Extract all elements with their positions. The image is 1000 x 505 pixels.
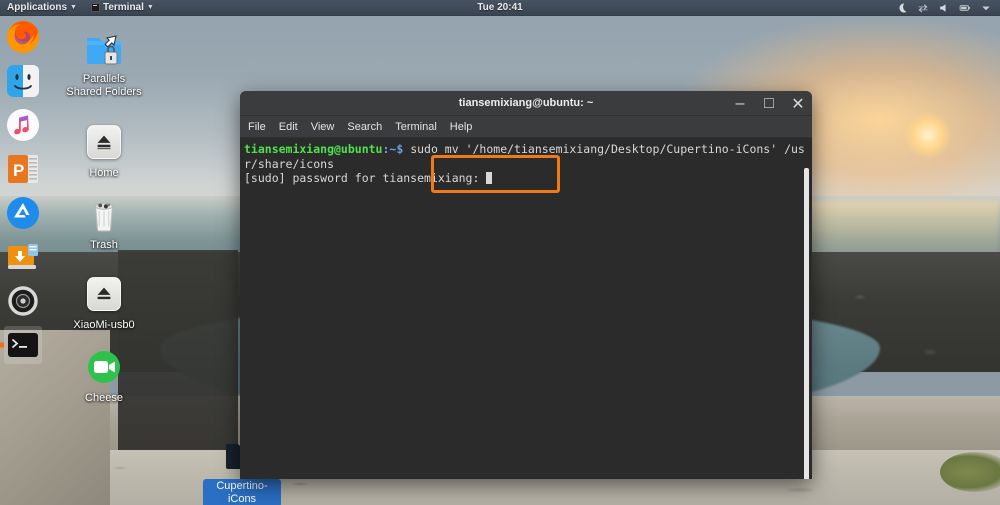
dock-item-finder[interactable] <box>4 62 42 100</box>
wallpaper-sun <box>905 112 951 158</box>
eject-icon <box>82 272 126 316</box>
terminal-window[interactable]: tiansemixiang@ubuntu: ~ – □ ✕ File Edit … <box>240 91 812 479</box>
dock-item-powerpoint[interactable]: P <box>4 150 42 188</box>
menu-item-file[interactable]: File <box>248 121 266 133</box>
chevron-down-icon: ▼ <box>147 4 154 11</box>
trash-icon <box>82 192 126 236</box>
terminal-scrollbar-thumb[interactable] <box>804 168 809 479</box>
presentation-icon: P <box>4 150 42 188</box>
camera-icon <box>82 345 126 389</box>
terminal-menubar: File Edit View Search Terminal Help <box>240 116 812 138</box>
shell-prompt-path: :~$ <box>382 142 403 156</box>
dock-item-file-transfer[interactable] <box>4 238 42 276</box>
terminal-icon <box>4 326 42 364</box>
window-controls: – □ ✕ <box>732 91 806 116</box>
desktop-icon-label: Home <box>65 167 143 180</box>
night-mode-icon[interactable] <box>896 2 908 14</box>
menu-item-search[interactable]: Search <box>347 121 382 133</box>
close-button[interactable]: ✕ <box>790 96 806 112</box>
applications-menu-label: Applications <box>7 2 67 13</box>
dock-item-music[interactable] <box>4 106 42 144</box>
text-cursor <box>486 172 492 184</box>
desktop-icon-label: XiaoMi-usb0 <box>65 319 143 332</box>
dock-item-terminal[interactable] <box>4 326 42 364</box>
desktop-icon-label: Cheese <box>65 392 143 405</box>
menu-item-terminal[interactable]: Terminal <box>395 121 437 133</box>
desktop-icon-trash[interactable]: Trash <box>65 192 143 252</box>
finder-icon <box>4 62 42 100</box>
dock-item-app-store[interactable] <box>4 194 42 232</box>
battery-icon[interactable] <box>959 2 971 14</box>
desktop-icon-xiaomi-usb0[interactable]: XiaoMi-usb0 <box>65 272 143 332</box>
dock: P <box>0 18 46 418</box>
folder-shortcut-locked-icon <box>82 26 126 70</box>
terminal-window-menu[interactable]: Terminal ▼ <box>84 0 161 16</box>
top-panel: Applications ▼ Terminal ▼ Tue 20:41 <box>0 0 1000 16</box>
desktop-icon-home[interactable]: Home <box>65 120 143 180</box>
desktop-icon-label: Trash <box>65 239 143 252</box>
window-title: tiansemixiang@ubuntu: ~ <box>459 97 594 109</box>
dock-item-firefox[interactable] <box>4 18 42 56</box>
desktop-icon-cheese[interactable]: Cheese <box>65 345 143 405</box>
menu-item-edit[interactable]: Edit <box>279 121 298 133</box>
terminal-body[interactable]: tiansemixiang@ubuntu:~$ sudo mv '/home/t… <box>240 138 812 479</box>
file-transfer-icon <box>4 238 42 276</box>
music-icon <box>4 106 42 144</box>
terminal-window-menu-label: Terminal <box>103 2 144 13</box>
volume-icon[interactable] <box>938 2 950 14</box>
chevron-down-icon: ▼ <box>70 4 77 11</box>
dock-item-settings[interactable] <box>4 282 42 320</box>
desktop-screen: Applications ▼ Terminal ▼ Tue 20:41 <box>0 0 1000 505</box>
app-store-icon <box>4 194 42 232</box>
network-icon[interactable] <box>917 2 929 14</box>
gear-icon <box>4 282 42 320</box>
applications-menu[interactable]: Applications ▼ <box>0 0 84 16</box>
menu-item-help[interactable]: Help <box>450 121 473 133</box>
sudo-password-prompt: [sudo] password for tiansemixiang: <box>244 171 486 185</box>
terminal-titlebar[interactable]: tiansemixiang@ubuntu: ~ – □ ✕ <box>240 91 812 116</box>
firefox-icon <box>4 18 42 56</box>
desktop-icon-label: Parallels Shared Folders <box>65 73 143 99</box>
desktop-icon-parallels-shared-folders[interactable]: Parallels Shared Folders <box>65 26 143 99</box>
desktop-icon-label: Cupertino-iCons <box>203 479 281 505</box>
svg-text:P: P <box>13 161 24 180</box>
eject-icon <box>82 120 126 164</box>
system-tray <box>896 2 1000 14</box>
shell-prompt-user-host: tiansemixiang@ubuntu <box>244 142 382 156</box>
system-menu-chevron-down-icon[interactable] <box>980 2 992 14</box>
terminal-icon <box>91 3 100 12</box>
menu-item-view[interactable]: View <box>311 121 335 133</box>
terminal-output: tiansemixiang@ubuntu:~$ sudo mv '/home/t… <box>244 142 812 186</box>
running-indicator <box>0 343 4 348</box>
maximize-button[interactable]: □ <box>761 96 777 112</box>
minimize-button[interactable]: – <box>732 96 748 112</box>
